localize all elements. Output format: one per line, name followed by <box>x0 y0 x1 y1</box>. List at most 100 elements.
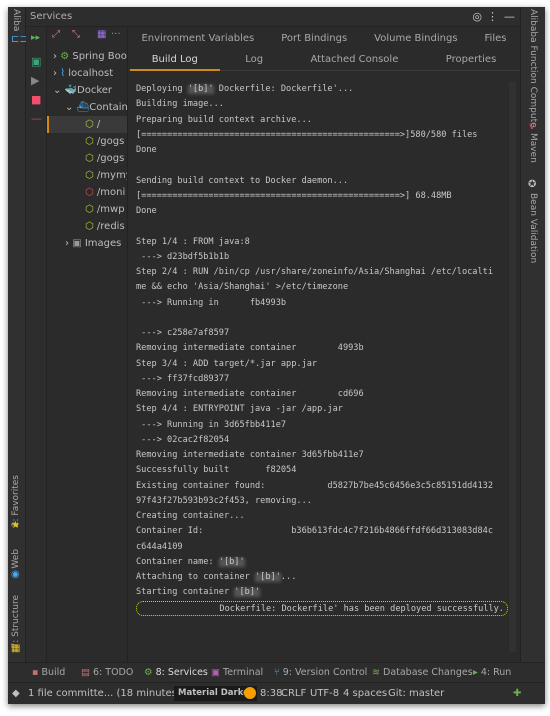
log-line-text: Step 2/4 : RUN /bin/cp /usr/share/zonein… <box>136 267 493 277</box>
log-line: Existing container found: d5827b7be45c64… <box>136 479 508 494</box>
web-tool-tab[interactable]: Web <box>11 549 21 569</box>
log-line-text: Removing intermediate container 4993b <box>136 343 364 354</box>
log-line-text: Attaching to container '[b]'... <box>136 572 297 582</box>
tab-log[interactable]: Log <box>245 54 263 65</box>
log-line: [=======================================… <box>136 189 508 204</box>
services-tree: ⤢ ⤡ ▦ ··· › ⚙ Spring Boo › ⌇ localhost ⌄… <box>47 27 127 662</box>
log-line: Removing intermediate container 3d65fbb4… <box>136 448 508 463</box>
left-tool-strip: Aliba ⊏⊐ 2: Favorites ★ Web ◉ 7: Structu… <box>8 7 28 662</box>
tree-item-container[interactable]: ⬡ /redis <box>47 218 127 235</box>
log-line-text: ---> Running in fb4993b <box>136 297 287 308</box>
log-line-text: Done <box>136 145 157 155</box>
group-icon[interactable]: ▦ <box>97 29 106 47</box>
run-all-icon[interactable]: ▸▸ <box>31 33 40 43</box>
log-line: Done <box>136 143 508 158</box>
tree-item-localhost[interactable]: › ⌇ localhost <box>47 65 127 82</box>
log-line: ---> d23bdf5b1b1b <box>136 250 508 265</box>
log-line-text: c644a4109 <box>136 541 183 552</box>
caret-position[interactable]: 8:38 <box>260 688 282 699</box>
tab-port-bindings[interactable]: Port Bindings <box>281 33 347 44</box>
log-line-text: [=======================================… <box>136 129 478 140</box>
log-line: Container name: '[b]' <box>136 555 508 570</box>
tree-item-images[interactable]: › ▣ Images <box>47 235 127 252</box>
plugin-icon[interactable]: ✚ <box>513 688 521 699</box>
file-encoding[interactable]: UTF-8 <box>310 688 339 699</box>
log-line: c644a4109 <box>136 540 508 555</box>
tab-run[interactable]: ▸ 4: Run <box>473 667 511 678</box>
line-separator[interactable]: CRLF <box>281 688 306 699</box>
log-line: 97f43f27b593b93c2f453, removing... <box>136 494 508 509</box>
git-branch[interactable]: Git: master <box>388 688 444 699</box>
tree-item-docker[interactable]: ⌄ 🐳Docker <box>47 82 127 99</box>
log-line: Step 1/4 : FROM java:8 <box>136 235 508 250</box>
log-line: Deploying '[b]' Dockerfile: Dockerfile'.… <box>136 82 508 97</box>
bean-validation-tab[interactable]: Bean Validation <box>528 193 538 263</box>
log-line-text: Deploying '[b]' Dockerfile: Dockerfile'.… <box>136 84 354 94</box>
log-line: [=======================================… <box>136 128 508 143</box>
log-line: Removing intermediate container 4993b <box>136 341 508 356</box>
log-line: me && echo 'Asia/Shanghai' >/etc/timezon… <box>136 280 508 295</box>
stop-icon[interactable]: ■ <box>31 93 41 106</box>
log-line-text: Preparing build context archive... <box>136 114 312 125</box>
remove-icon[interactable]: — <box>31 112 42 125</box>
log-line: Removing intermediate container cd696 <box>136 387 508 402</box>
tree-item-container[interactable]: ⬡ /mwp <box>47 201 127 218</box>
expand-all-icon[interactable]: ⤢ <box>52 29 60 47</box>
tab-version-control[interactable]: ⑂ 9: Version Control <box>274 667 367 678</box>
build-log-output: Deploying '[b]' Dockerfile: Dockerfile'.… <box>136 82 508 616</box>
star-icon: ★ <box>11 520 20 531</box>
log-scrollbar[interactable] <box>509 82 516 652</box>
more-icon[interactable]: ··· <box>111 29 121 47</box>
deploy-icon[interactable]: ▣ <box>31 55 41 68</box>
log-line-text: ---> d23bdf5b1b1b <box>136 251 230 262</box>
log-line-text: Creating container... <box>136 511 245 521</box>
tab-volume-bindings[interactable]: Volume Bindings <box>374 33 457 44</box>
alibaba-tool-tab[interactable]: Aliba <box>11 9 21 31</box>
minimize-icon[interactable]: — <box>504 10 515 23</box>
tree-item-spring-boot[interactable]: › ⚙ Spring Boo <box>47 48 127 65</box>
tab-build[interactable]: ▪ Build <box>32 667 65 678</box>
tree-item-container[interactable]: ⬡ / <box>47 116 127 133</box>
services-header: Services ◎ ⋮ — <box>26 7 520 27</box>
tree-item-container[interactable]: ⬡ /gogs <box>47 133 127 150</box>
indent-setting[interactable]: 4 spaces <box>343 688 387 699</box>
alibaba-function-compute-tab[interactable]: Alibaba Function Compute <box>528 9 538 128</box>
tab-services[interactable]: ⚙ 8: Services <box>144 667 208 678</box>
log-line-text: me && echo 'Asia/Shanghai' >/etc/timezon… <box>136 282 349 293</box>
tab-attached-console[interactable]: Attached Console <box>311 54 399 65</box>
tab-build-log[interactable]: Build Log <box>129 54 221 71</box>
tab-todo[interactable]: ▤ 6: TODO <box>81 667 133 678</box>
tab-terminal[interactable]: ▣ Terminal <box>211 667 263 678</box>
tree-item-container-stopped[interactable]: ⬡ /moni <box>47 184 127 201</box>
log-line-text: [=======================================… <box>136 190 452 201</box>
tree-item-container[interactable]: ⬡ /gogs <box>47 150 127 167</box>
log-line-text: Done <box>136 206 157 216</box>
log-line: ---> Running in fb4993b <box>136 296 508 311</box>
run-icon[interactable]: ▶ <box>31 74 39 87</box>
log-line: ---> ff37fcd89377 <box>136 372 508 387</box>
log-line-text: ---> c258e7af8597 <box>136 328 230 338</box>
target-icon[interactable]: ◎ <box>472 10 482 23</box>
tab-environment-variables[interactable]: Environment Variables <box>141 33 254 44</box>
log-line: Sending build context to Docker daemon..… <box>136 174 508 189</box>
log-line-text: Existing container found: d5827b7be45c64… <box>136 480 493 491</box>
log-line-text: Starting container '[b]' <box>136 587 261 598</box>
more-options-icon[interactable]: ⋮ <box>487 10 498 23</box>
collapse-all-icon[interactable]: ⤡ <box>72 29 80 47</box>
status-bar: ◆ 1 file committe... (18 minutes ago) Ma… <box>8 682 545 704</box>
log-line: Container Id: b36b613fdc4c7f216b4866ffdf… <box>136 524 508 539</box>
tab-database-changes[interactable]: ≋ Database Changes <box>372 667 473 678</box>
log-line: Successfully built f82054 <box>136 463 508 478</box>
globe-icon: ◉ <box>11 569 20 580</box>
tree-item-container[interactable]: ⬡ /mymy <box>47 167 127 184</box>
log-line: Creating container... <box>136 509 508 524</box>
tab-properties[interactable]: Properties <box>446 54 497 65</box>
log-line-text: Step 1/4 : FROM java:8 <box>136 236 250 247</box>
log-line-text: Successfully built f82054 <box>136 465 297 476</box>
structure-icon: ▦ <box>11 643 21 654</box>
maven-tab[interactable]: Maven <box>528 133 538 163</box>
structure-tool-tab[interactable]: 7: Structure <box>11 595 21 649</box>
tree-item-containers[interactable]: ⌄ ⛴Containe <box>47 99 127 116</box>
tab-files[interactable]: Files <box>485 33 507 44</box>
